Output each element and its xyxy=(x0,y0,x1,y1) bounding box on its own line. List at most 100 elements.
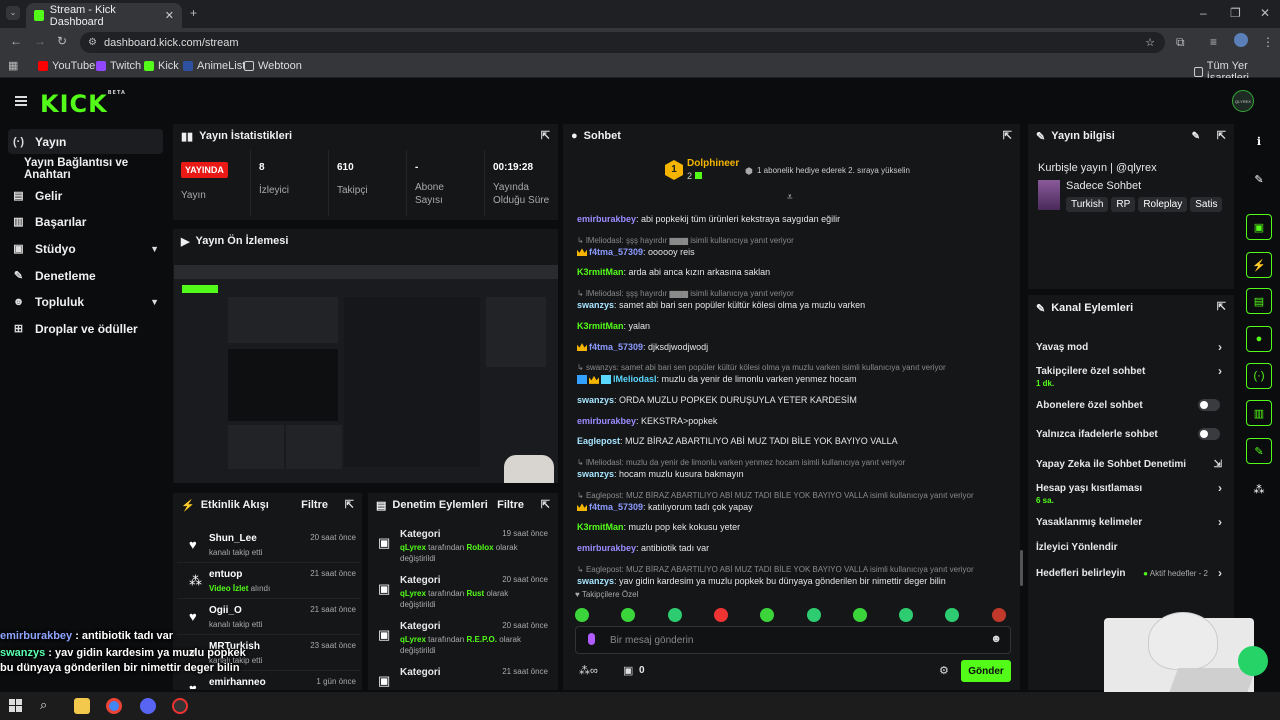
bookmark-kick[interactable]: Kick xyxy=(144,60,179,72)
lightning-icon[interactable]: ⚡ xyxy=(1246,252,1272,278)
moderation-item[interactable]: ▣ Kategori qLyrex tarafından R.E.P.O. olar… xyxy=(368,617,558,663)
chat-settings-icon[interactable]: ⚙ xyxy=(939,664,949,677)
close-window-icon[interactable]: ✕ xyxy=(1260,6,1270,20)
tag[interactable]: Roleplay xyxy=(1138,197,1188,212)
points-icon[interactable]: ⁂∞ xyxy=(579,664,598,677)
channel-action-row[interactable]: Yalnızca ifadelerle sohbet xyxy=(1036,424,1228,444)
chat-message[interactable]: Eaglepost: MUZ BİRAZ ABARTILIYO ABİ MUZ … xyxy=(577,436,1017,446)
nav-topluluk[interactable]: ☻ Topluluk ▼ xyxy=(8,289,163,314)
bookmark-webtoon[interactable]: Webtoon xyxy=(244,60,302,72)
emote-icon[interactable] xyxy=(760,608,775,622)
forward-icon[interactable]: → xyxy=(34,34,46,48)
file-explorer-icon[interactable] xyxy=(74,698,90,714)
chat-username[interactable]: emirburakbey xyxy=(577,416,636,426)
activity-item[interactable]: ♥ Shun_Lee kanalı takip etti 20 saat önce xyxy=(177,529,360,563)
chat-message[interactable]: f4tma_57309: djksdjwodjwodj xyxy=(577,342,1017,352)
channel-action-row[interactable]: Yavaş mod › xyxy=(1036,337,1228,357)
emote-icon[interactable] xyxy=(806,608,821,622)
minimize-icon[interactable]: – xyxy=(1200,6,1207,20)
chat-message[interactable]: swanzys: samet abi bari sen popüler kült… xyxy=(577,300,1017,310)
toggle-switch[interactable] xyxy=(1198,399,1220,411)
close-tab-icon[interactable]: ✕ xyxy=(165,9,174,22)
bookmark-youtube[interactable]: YouTube xyxy=(38,60,95,72)
preview-video[interactable] xyxy=(174,265,558,483)
popout-icon[interactable]: ⇱ xyxy=(1217,129,1226,142)
kick-logo[interactable]: KICKBETA xyxy=(40,90,126,118)
chat-message[interactable]: lMeliodasl: muzlu da yenir de limonlu va… xyxy=(577,374,1017,385)
channel-action-row[interactable]: Hedefleri belirleyin ● Aktif hedefler - 2… xyxy=(1036,563,1228,583)
nav-basarilar[interactable]: ▥ Başarılar xyxy=(8,209,163,234)
emote-icon[interactable] xyxy=(575,608,589,622)
extensions-icon[interactable]: ⧉ xyxy=(1176,35,1185,50)
channel-action-row[interactable]: Yapay Zeka ile Sohbet Denetimi ⇲ xyxy=(1036,454,1228,474)
drops-icon[interactable]: ⁂ xyxy=(1246,476,1272,502)
channel-action-row[interactable]: Takipçilere özel sohbet 1 dk. › xyxy=(1036,361,1228,388)
chat-message[interactable]: emirburakbey: KEKSTRA>popkek xyxy=(577,416,1017,426)
chat-username[interactable]: Eaglepost xyxy=(577,436,620,446)
chat-username[interactable]: lMeliodasl xyxy=(613,374,657,384)
emote-icon[interactable] xyxy=(621,608,636,622)
emote-icon[interactable] xyxy=(713,608,728,622)
chat-message[interactable]: emirburakbey: antibiotik tadı var xyxy=(577,543,1017,553)
notes-icon[interactable]: ▤ xyxy=(1246,288,1272,314)
chevron-right-icon[interactable]: › xyxy=(1218,364,1222,378)
filter-button[interactable]: Filtre xyxy=(301,499,328,511)
chat-icon[interactable]: ● xyxy=(1246,326,1272,352)
gift-box-icon[interactable]: ▣ xyxy=(623,664,633,677)
nav-studyo[interactable]: ▣ Stüdyo ▼ xyxy=(8,236,163,261)
popout-icon[interactable]: ⇱ xyxy=(541,129,550,142)
toggle-switch[interactable] xyxy=(1198,428,1220,440)
chevron-right-icon[interactable]: › xyxy=(1218,566,1222,580)
chat-username[interactable]: f4tma_57309 xyxy=(589,502,643,512)
nav-denetleme[interactable]: ✎ Denetleme xyxy=(8,263,163,288)
edit-icon[interactable]: ✎ xyxy=(1192,131,1200,142)
bookmark-twitch[interactable]: Twitch xyxy=(96,60,141,72)
profile-icon[interactable] xyxy=(1234,33,1248,47)
user-avatar[interactable]: QLYREX xyxy=(1232,90,1254,112)
chat-message[interactable]: K3rmitMan: yalan xyxy=(577,321,1017,331)
popout-icon[interactable]: ⇱ xyxy=(541,498,550,511)
tag[interactable]: Turkish xyxy=(1066,197,1109,212)
chat-message[interactable]: f4tma_57309: katılıyorum tadı çok yapay xyxy=(577,502,1017,512)
chat-username[interactable]: K3rmitMan xyxy=(577,522,624,532)
browser-tab[interactable]: Stream - Kick Dashboard ✕ xyxy=(26,3,182,28)
tag[interactable]: Satis xyxy=(1190,197,1223,212)
reading-list-icon[interactable]: ≡ xyxy=(1210,35,1217,49)
bookmark-star-icon[interactable]: ☆ xyxy=(1145,36,1155,49)
emote-icon[interactable] xyxy=(667,608,682,622)
apps-grid-icon[interactable]: ▦ xyxy=(8,59,18,72)
chat-username[interactable]: K3rmitMan xyxy=(577,321,624,331)
chat-username[interactable]: emirburakbey xyxy=(577,543,636,553)
broadcast-icon[interactable]: (·) xyxy=(1246,363,1272,389)
channel-action-row[interactable]: Abonelere özel sohbet xyxy=(1036,395,1228,415)
emote-icon[interactable] xyxy=(991,608,1006,622)
hamburger-menu-icon[interactable] xyxy=(15,96,27,106)
moderation-item[interactable]: ▣ Kategori qLyrex tarafından Roblox olarak… xyxy=(368,525,558,571)
chat-message[interactable]: swanzys: ORDA MUZLU POPKEK DURUŞUYLA YET… xyxy=(577,395,1017,405)
nav-gelir[interactable]: ▤ Gelir xyxy=(8,183,163,208)
info-icon[interactable]: ℹ xyxy=(1246,128,1272,154)
chat-message[interactable]: swanzys: yav gidin kardesim ya muzlu pop… xyxy=(577,576,1017,586)
chat-username[interactable]: swanzys xyxy=(577,300,614,310)
activity-item[interactable]: ⁂ entuop Video İzlet alındı 21 saat önce xyxy=(177,565,360,599)
external-link-icon[interactable]: ⇲ xyxy=(1214,459,1222,470)
chat-username[interactable]: f4tma_57309 xyxy=(589,342,643,352)
filter-button[interactable]: Filtre xyxy=(497,499,524,511)
chrome-icon[interactable] xyxy=(106,698,122,714)
chat-message[interactable]: K3rmitMan: arda abi anca kızın arkasına … xyxy=(577,267,1017,277)
new-tab-icon[interactable]: + xyxy=(190,6,197,20)
chat-username[interactable]: K3rmitMan xyxy=(577,267,624,277)
chevron-right-icon[interactable]: › xyxy=(1218,340,1222,354)
chat-message[interactable]: emirburakbey: abi popkekij tüm ürünleri … xyxy=(577,214,1017,224)
channel-action-row[interactable]: Hesap yaşı kısıtlaması 6 sa. › xyxy=(1036,478,1228,505)
search-icon[interactable]: ⌕ xyxy=(40,697,56,713)
maximize-icon[interactable]: ❐ xyxy=(1230,6,1241,20)
menu-dots-icon[interactable]: ⋮ xyxy=(1262,35,1274,49)
discord-icon[interactable] xyxy=(140,698,156,714)
chat-input[interactable]: Bir mesaj gönderin ☻ xyxy=(575,626,1011,654)
chat-username[interactable]: emirburakbey xyxy=(577,214,636,224)
chevron-right-icon[interactable]: › xyxy=(1218,515,1222,529)
send-button[interactable]: Gönder xyxy=(961,660,1011,682)
nav-stream-key[interactable]: Yayın Bağlantısı ve Anahtarı xyxy=(8,156,168,181)
back-icon[interactable]: ← xyxy=(10,34,22,48)
